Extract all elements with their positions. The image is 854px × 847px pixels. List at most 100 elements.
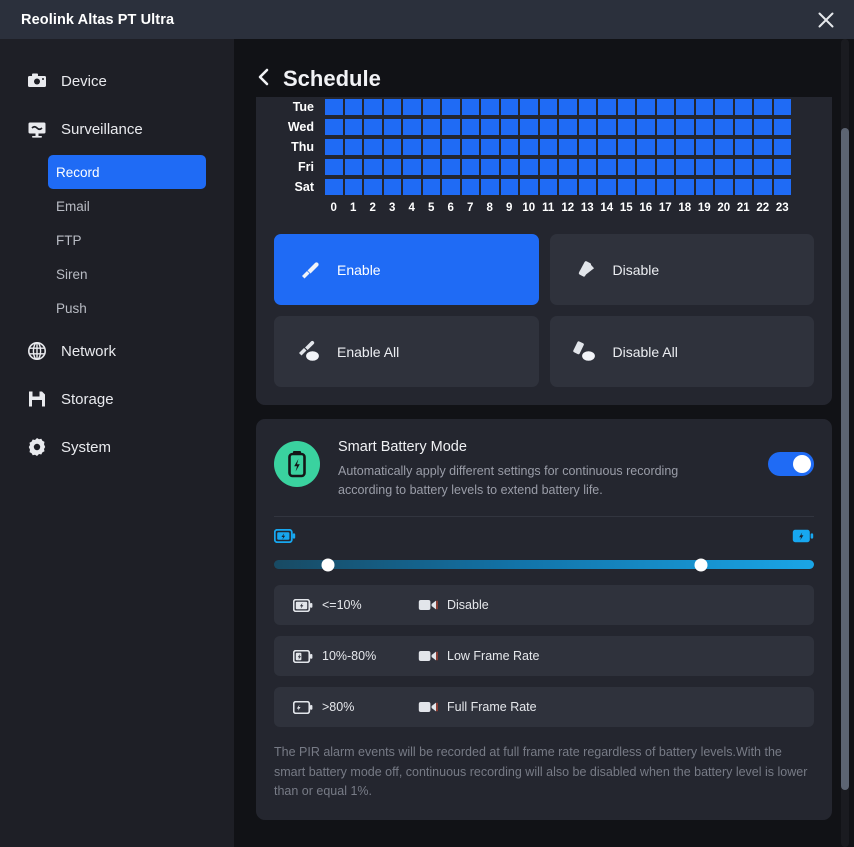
slider-handle-high[interactable] [694, 558, 708, 571]
schedule-cell[interactable] [558, 98, 578, 116]
enable-all-button[interactable]: Enable All [274, 316, 539, 387]
schedule-cell[interactable] [636, 98, 656, 116]
schedule-cell[interactable] [324, 158, 344, 176]
schedule-cell[interactable] [538, 138, 558, 156]
schedule-cell[interactable] [519, 178, 539, 196]
slider-handle-low[interactable] [321, 558, 335, 571]
schedule-cell[interactable] [538, 118, 558, 136]
schedule-cell[interactable] [655, 178, 675, 196]
schedule-cell[interactable] [675, 138, 695, 156]
schedule-cell[interactable] [694, 158, 714, 176]
schedule-cell[interactable] [636, 138, 656, 156]
schedule-cell[interactable] [577, 178, 597, 196]
schedule-cell[interactable] [402, 158, 422, 176]
sidebar-item-storage[interactable]: Storage [0, 375, 234, 423]
schedule-grid[interactable]: TueWedThuFriSat — 0123456789101112131415… [274, 97, 814, 216]
schedule-cell[interactable] [538, 178, 558, 196]
schedule-cell[interactable] [577, 158, 597, 176]
schedule-cell[interactable] [694, 138, 714, 156]
sidebar-item-siren[interactable]: Siren [48, 257, 206, 291]
schedule-cell[interactable] [733, 158, 753, 176]
schedule-cell[interactable] [324, 138, 344, 156]
schedule-cell[interactable] [538, 98, 558, 116]
schedule-cell[interactable] [324, 178, 344, 196]
schedule-cell[interactable] [655, 158, 675, 176]
schedule-cell[interactable] [753, 118, 773, 136]
schedule-cell[interactable] [343, 118, 363, 136]
disable-all-button[interactable]: Disable All [549, 316, 814, 387]
schedule-cell[interactable] [480, 98, 500, 116]
schedule-cell[interactable] [480, 158, 500, 176]
schedule-cell[interactable] [753, 178, 773, 196]
schedule-cell[interactable] [655, 118, 675, 136]
schedule-cell[interactable] [616, 178, 636, 196]
schedule-cell[interactable] [460, 118, 480, 136]
schedule-cell[interactable] [733, 138, 753, 156]
schedule-row[interactable]: Fri [274, 157, 814, 177]
sidebar-item-record[interactable]: Record [48, 155, 206, 189]
schedule-cell[interactable] [382, 98, 402, 116]
schedule-cell[interactable] [441, 158, 461, 176]
schedule-cell[interactable] [441, 178, 461, 196]
schedule-cell[interactable] [499, 98, 519, 116]
schedule-cell[interactable] [558, 138, 578, 156]
scrollbar-thumb[interactable] [841, 127, 849, 791]
schedule-cell[interactable] [460, 158, 480, 176]
schedule-cell[interactable] [363, 98, 383, 116]
schedule-cell[interactable] [499, 138, 519, 156]
schedule-cell[interactable] [363, 158, 383, 176]
content-scrollbar[interactable] [841, 39, 849, 847]
schedule-cell[interactable] [733, 118, 753, 136]
battery-threshold-slider[interactable] [274, 548, 814, 574]
schedule-row[interactable]: Thu [274, 137, 814, 157]
schedule-cell[interactable] [382, 118, 402, 136]
schedule-cell[interactable] [363, 118, 383, 136]
back-button[interactable] [256, 67, 271, 92]
schedule-cell[interactable] [480, 138, 500, 156]
schedule-cell[interactable] [753, 158, 773, 176]
schedule-cell[interactable] [636, 158, 656, 176]
schedule-cell[interactable] [519, 158, 539, 176]
schedule-cell[interactable] [714, 98, 734, 116]
schedule-cell[interactable] [675, 158, 695, 176]
schedule-cell[interactable] [772, 158, 792, 176]
schedule-cell[interactable] [694, 98, 714, 116]
schedule-cell[interactable] [694, 118, 714, 136]
schedule-cell[interactable] [655, 138, 675, 156]
schedule-cell[interactable] [675, 98, 695, 116]
schedule-cell[interactable] [421, 138, 441, 156]
schedule-cell[interactable] [324, 98, 344, 116]
schedule-cell[interactable] [772, 178, 792, 196]
schedule-cell[interactable] [460, 98, 480, 116]
schedule-cell[interactable] [402, 178, 422, 196]
sidebar-item-system[interactable]: System [0, 423, 234, 471]
close-button[interactable] [798, 0, 854, 39]
schedule-cell[interactable] [753, 138, 773, 156]
schedule-cell[interactable] [597, 158, 617, 176]
sidebar-item-device[interactable]: Device [0, 57, 234, 105]
schedule-cell[interactable] [499, 178, 519, 196]
schedule-cell[interactable] [421, 178, 441, 196]
smart-battery-toggle[interactable] [768, 452, 814, 476]
schedule-cell[interactable] [772, 98, 792, 116]
schedule-cell[interactable] [460, 138, 480, 156]
schedule-cell[interactable] [382, 178, 402, 196]
schedule-cell[interactable] [694, 178, 714, 196]
schedule-cell[interactable] [421, 98, 441, 116]
schedule-cell[interactable] [577, 98, 597, 116]
schedule-row[interactable]: Sat [274, 177, 814, 197]
schedule-cell[interactable] [402, 118, 422, 136]
schedule-cell[interactable] [597, 118, 617, 136]
schedule-cell[interactable] [558, 178, 578, 196]
schedule-cell[interactable] [558, 158, 578, 176]
schedule-row[interactable]: Wed [274, 117, 814, 137]
schedule-cell[interactable] [616, 138, 636, 156]
schedule-cell[interactable] [675, 178, 695, 196]
schedule-cell[interactable] [441, 118, 461, 136]
sidebar-item-push[interactable]: Push [48, 291, 206, 325]
schedule-cell[interactable] [519, 138, 539, 156]
schedule-cell[interactable] [577, 118, 597, 136]
schedule-cell[interactable] [519, 98, 539, 116]
schedule-cell[interactable] [538, 158, 558, 176]
schedule-cell[interactable] [772, 138, 792, 156]
